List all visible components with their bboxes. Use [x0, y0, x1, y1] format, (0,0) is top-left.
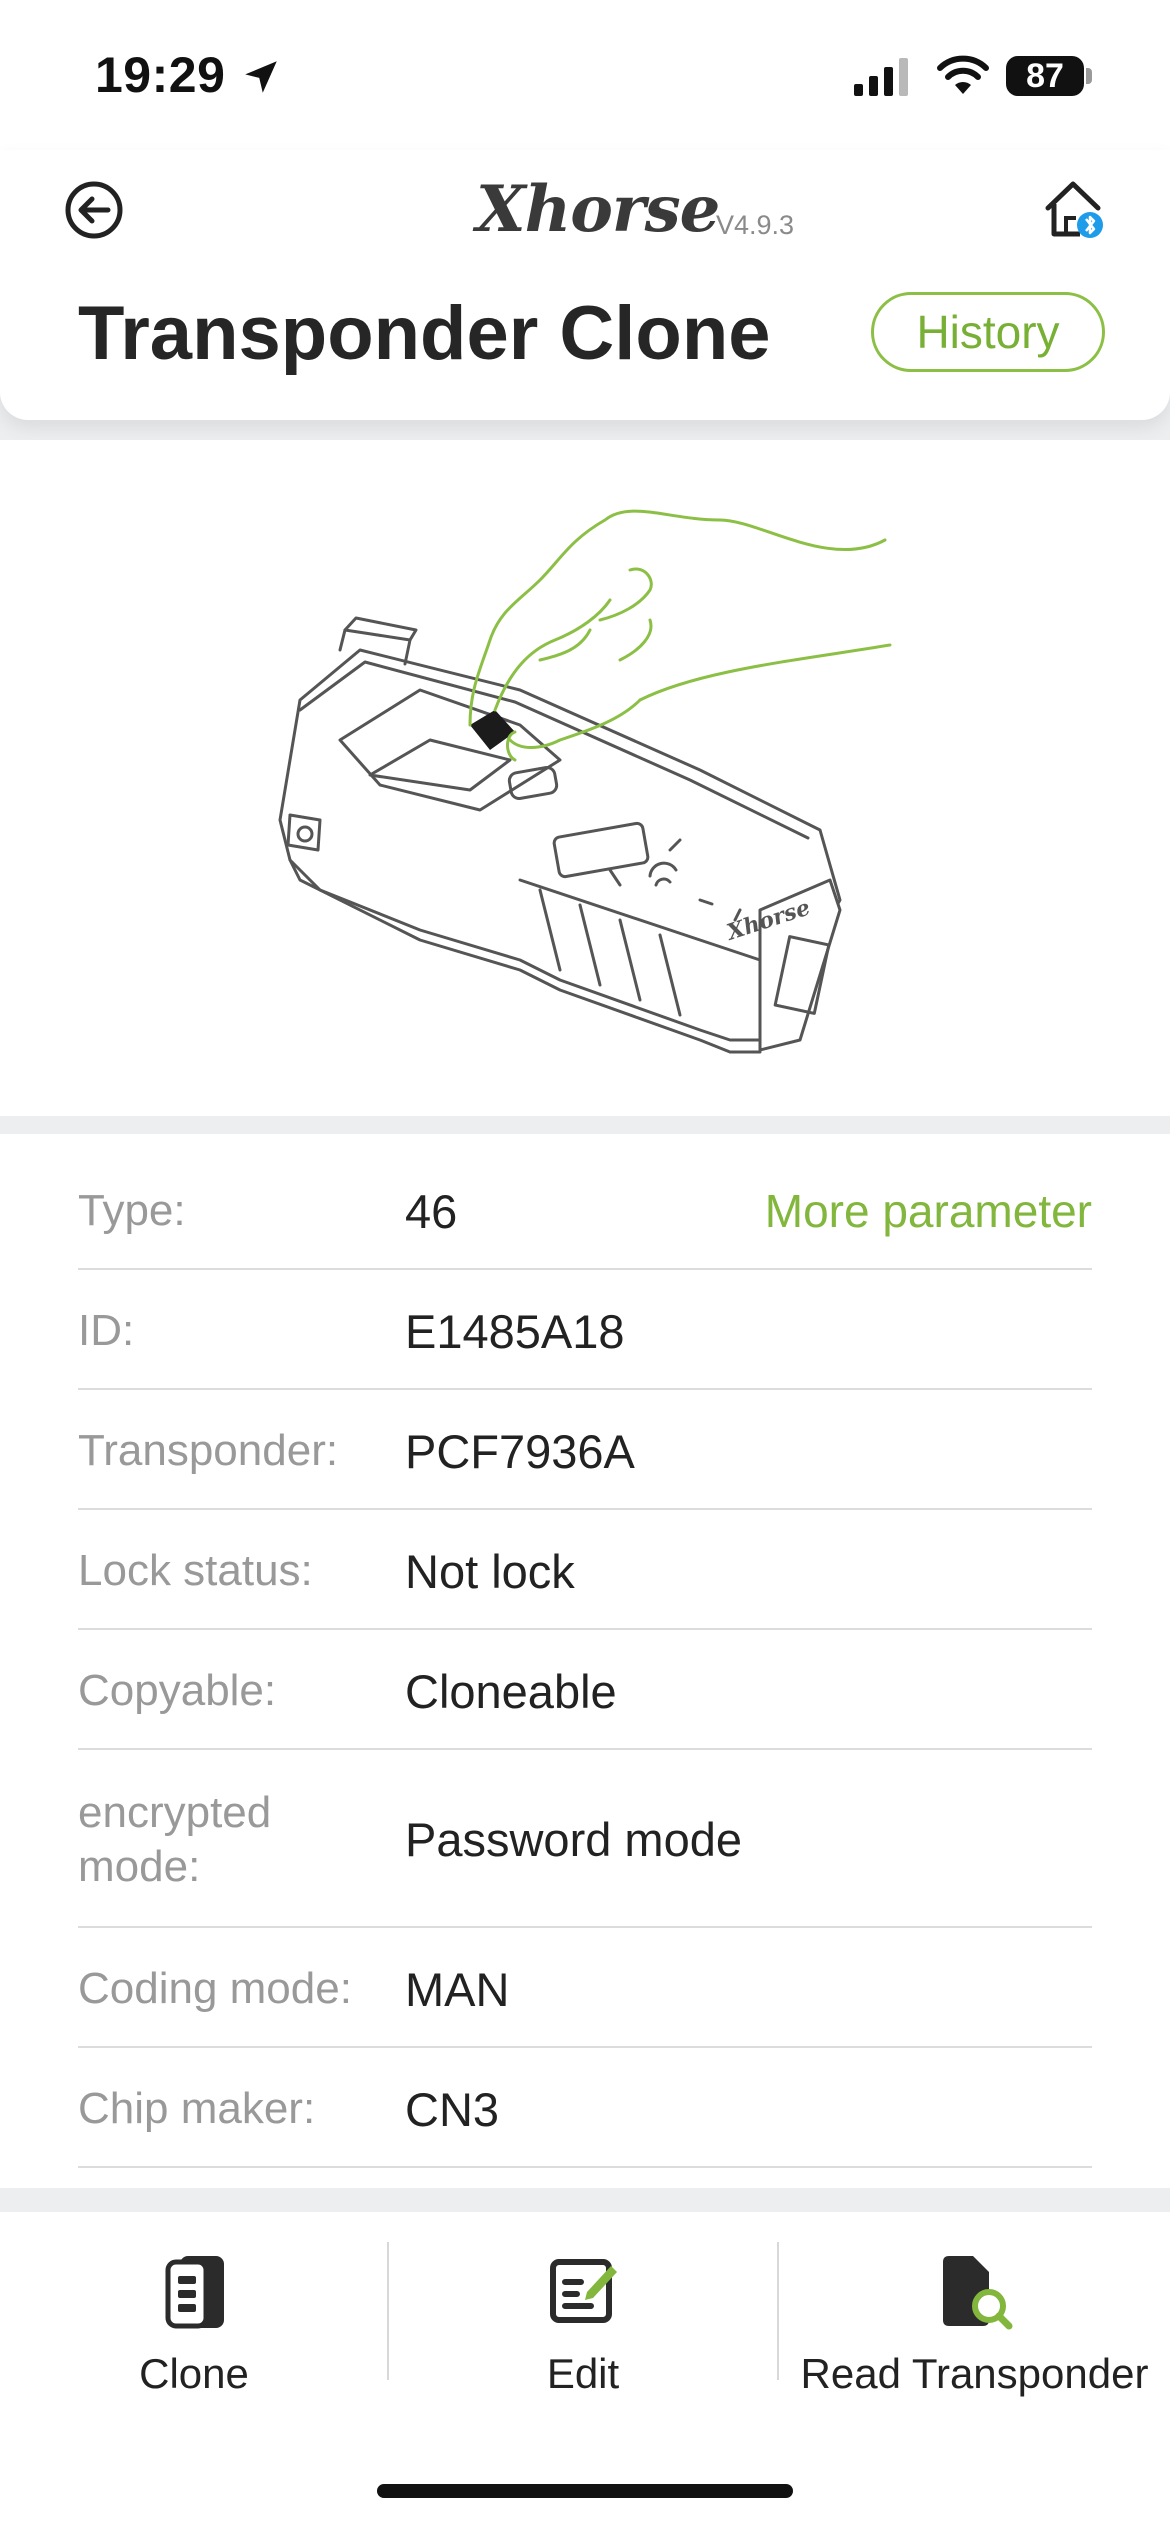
xhorse-logo: Xhorse — [476, 172, 720, 247]
edit-icon — [550, 2259, 617, 2323]
status-bar: 19:29 87 — [0, 0, 1170, 150]
edit-label: Edit — [546, 2350, 620, 2397]
info-row-chip-maker: Chip maker: CN3 — [78, 2048, 1092, 2168]
key-programmer-with-hand-image: Xhorse — [278, 509, 892, 1054]
status-time: 19:29 — [95, 47, 226, 103]
key-fob-icon — [165, 2256, 224, 2329]
info-value: PCF7936A — [405, 1425, 635, 1478]
info-row-id: ID: E1485A18 — [78, 1270, 1092, 1390]
more-parameter-link[interactable]: More parameter — [765, 1184, 1092, 1238]
info-value: Cloneable — [405, 1665, 617, 1718]
info-label: Copyable: — [78, 1666, 277, 1715]
clone-label: Clone — [139, 2350, 249, 2397]
info-label: Coding mode: — [78, 1964, 352, 2013]
wifi-icon — [937, 55, 989, 94]
page-title: Transponder Clone — [78, 291, 771, 376]
info-label: Lock status: — [78, 1546, 313, 1595]
info-label: encrypted mode: — [78, 1788, 272, 1891]
info-row-coding-mode: Coding mode: MAN — [78, 1928, 1092, 2048]
info-row-encrypted-mode: encrypted mode: Password mode — [78, 1750, 1092, 1928]
info-value: Password mode — [405, 1813, 742, 1866]
read-transponder-label: Read Transponder — [800, 2350, 1149, 2397]
info-row-copyable: Copyable: Cloneable — [78, 1630, 1092, 1750]
info-value: CN3 — [405, 2083, 500, 2136]
info-label: Transponder: — [78, 1426, 339, 1475]
info-value: MAN — [405, 1963, 510, 2016]
header: Xhorse V4.9.3 Transponder Clone History — [0, 150, 1170, 420]
info-value: Not lock — [405, 1545, 575, 1598]
location-arrow-icon — [245, 61, 277, 93]
info-value: 46 — [405, 1185, 458, 1238]
cellular-signal-icon — [854, 58, 908, 96]
device-illustration: Xhorse — [0, 440, 1170, 1116]
back-button[interactable] — [64, 180, 124, 240]
info-value: E1485A18 — [405, 1305, 625, 1358]
home-bluetooth-icon[interactable] — [1040, 174, 1106, 240]
clone-tab[interactable]: Clone — [0, 2212, 388, 2412]
info-row-type: Type: 46 More parameter — [78, 1134, 1092, 1270]
info-label: ID: — [78, 1306, 135, 1355]
read-transponder-tab[interactable]: Read Transponder — [779, 2212, 1170, 2412]
info-row-transponder: Transponder: PCF7936A — [78, 1390, 1092, 1510]
info-label: Chip maker: — [78, 2084, 316, 2133]
edit-tab[interactable]: Edit — [389, 2212, 777, 2412]
home-indicator — [377, 2484, 793, 2498]
info-label: Type: — [78, 1186, 186, 1235]
battery-cap — [1086, 68, 1092, 84]
info-row-lock-status: Lock status: Not lock — [78, 1510, 1092, 1630]
history-button[interactable]: History — [871, 292, 1105, 372]
transponder-info-panel: Type: 46 More parameter ID: E1485A18 Tra… — [0, 1134, 1170, 2188]
read-transponder-icon — [943, 2256, 1013, 2330]
battery-indicator: 87 — [1006, 56, 1084, 96]
app-version: V4.9.3 — [716, 210, 795, 240]
